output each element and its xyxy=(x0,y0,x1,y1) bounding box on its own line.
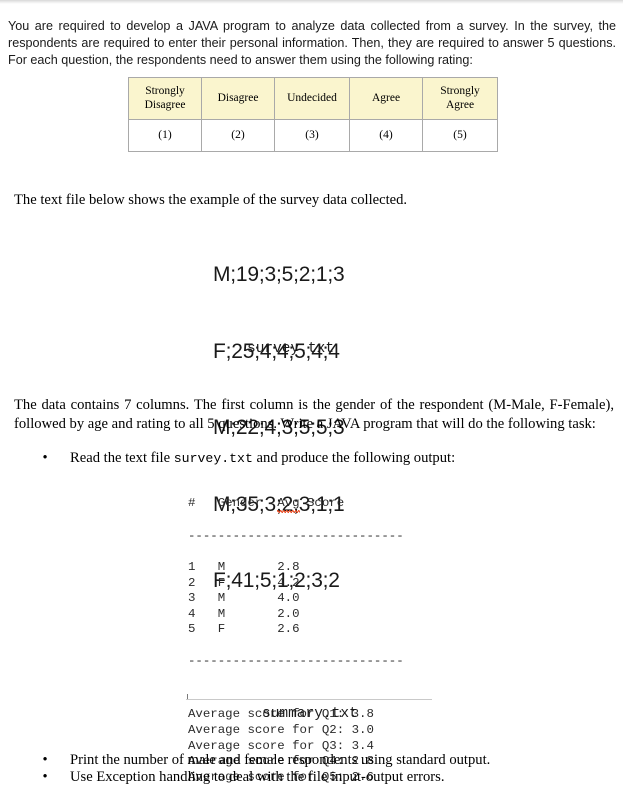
summary-header-score: Score xyxy=(307,495,345,510)
bullet-read-prefix: Read the text file xyxy=(70,450,174,466)
rating-value-4: (4) xyxy=(349,119,423,152)
table-header-row: Strongly Disagree Disagree Undecided Agr… xyxy=(128,77,498,120)
survey-line: M;19;3;5;2;1;3 xyxy=(213,263,345,286)
intro-paragraph: You are required to develop a JAVA progr… xyxy=(8,18,616,67)
selection-underline xyxy=(186,699,432,700)
rating-header-line-1: Strongly xyxy=(440,85,480,97)
rating-header-line-2: Disagree xyxy=(144,98,186,111)
bullet-read-text: Read the text file survey.txt and produc… xyxy=(70,449,598,469)
rating-value-3: (3) xyxy=(274,119,350,152)
summary-rows: 1 M 2.8 2 F 4.2 3 M 4.0 4 M 2.0 5 F 2.6 xyxy=(188,559,300,637)
rating-header-strongly-disagree: Strongly Disagree xyxy=(128,77,202,120)
summary-separator-top: ----------------------------- xyxy=(188,528,404,543)
summary-file-caption: summary.txt xyxy=(262,706,358,722)
bullet-exception-handling: • Use Exception handling to deal with th… xyxy=(38,768,598,788)
bullet-read-file: • Read the text file survey.txt and prod… xyxy=(38,449,598,469)
rating-value-2: (2) xyxy=(201,119,275,152)
summary-header-avg: Avg xyxy=(277,495,300,514)
rating-header-undecided: Undecided xyxy=(274,77,350,120)
table-value-row: (1) (2) (3) (4) (5) xyxy=(128,119,498,152)
bullet-read-suffix: and produce the following output: xyxy=(252,450,456,466)
bullet-dot-icon: • xyxy=(42,769,48,785)
rating-header-disagree: Disagree xyxy=(201,77,275,120)
bullet-dot-icon: • xyxy=(42,450,48,466)
rating-header-strongly-agree: Strongly Agree xyxy=(422,77,498,120)
rating-header-agree: Agree xyxy=(349,77,423,120)
page-top-edge xyxy=(0,0,623,4)
summary-header-hash: # xyxy=(188,495,196,510)
summary-header-line: # Gender Avg Score xyxy=(188,495,404,514)
rating-value-1: (1) xyxy=(128,119,202,152)
summary-gap xyxy=(188,685,404,692)
rating-header-line-1: Strongly xyxy=(145,85,185,97)
rating-header-line-2: Agree xyxy=(445,98,475,111)
summary-separator-bottom: ----------------------------- xyxy=(188,653,404,668)
summary-header-gender: Gender xyxy=(217,495,263,510)
example-paragraph: The text file below shows the example of… xyxy=(14,191,408,208)
bullet-exception-text: Use Exception handling to deal with the … xyxy=(70,769,445,785)
inline-code-survey-txt: survey.txt xyxy=(173,451,253,466)
rating-scale-table: Strongly Disagree Disagree Undecided Agr… xyxy=(128,77,498,152)
data-description-paragraph: The data contains 7 columns. The first c… xyxy=(14,396,614,433)
survey-file-caption: survey.txt xyxy=(247,341,335,357)
rating-value-5: (5) xyxy=(422,119,498,152)
